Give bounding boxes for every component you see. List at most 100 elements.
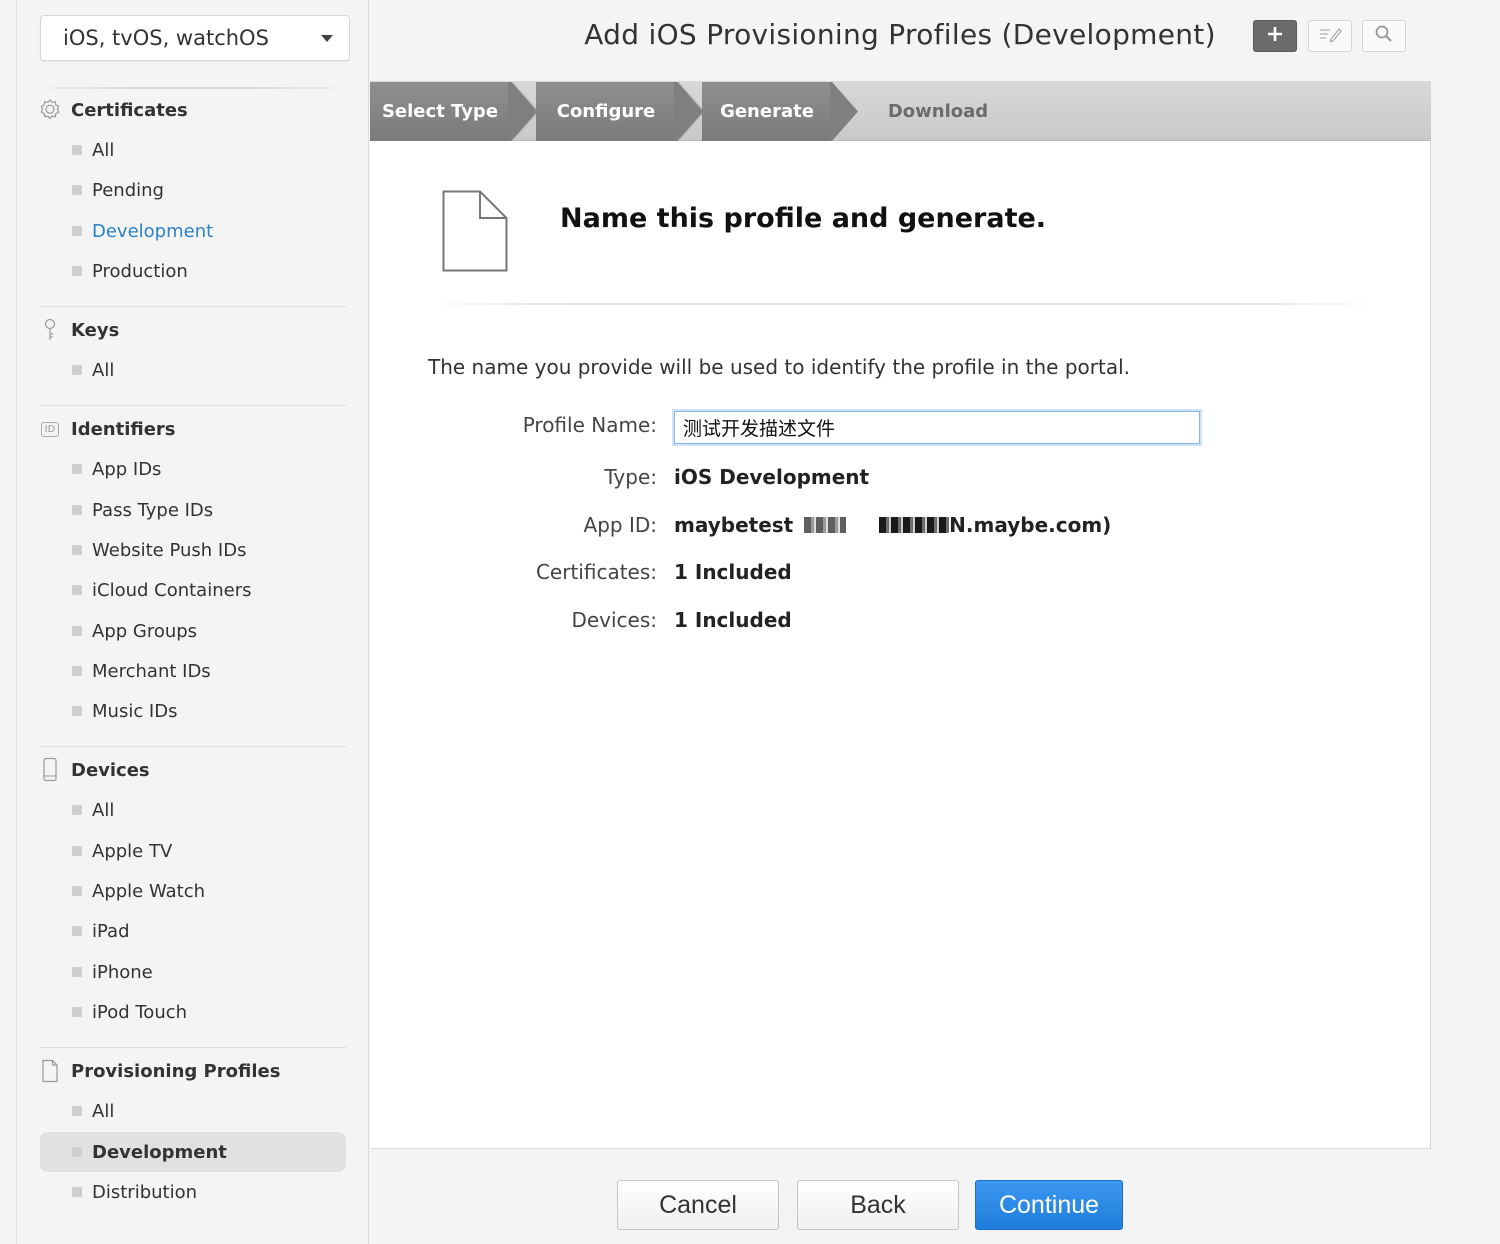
sidebar-item-website-push-ids[interactable]: Website Push IDs: [72, 535, 362, 565]
continue-button[interactable]: Continue: [975, 1180, 1123, 1230]
app-id-value: maybetest N.maybe.com): [674, 513, 1111, 537]
headline: Name this profile and generate.: [560, 203, 1047, 234]
sidebar-item-merchant-ids[interactable]: Merchant IDs: [72, 656, 362, 686]
step-generate: Generate: [702, 82, 832, 141]
sidebar-item-label: All: [92, 799, 115, 821]
sidebar-item-ipad[interactable]: iPad: [72, 916, 362, 946]
bullet-icon: [72, 886, 82, 896]
add-icon: [1266, 25, 1284, 47]
section-certificates: Certificates: [37, 95, 347, 125]
app-id-suffix: N.maybe.com): [949, 513, 1112, 537]
edit-icon: [1317, 25, 1343, 47]
sidebar-item-keys-all[interactable]: All: [72, 355, 362, 385]
platform-dropdown[interactable]: iOS, tvOS, watchOS: [40, 15, 350, 61]
sidebar-item-label: App Groups: [92, 620, 198, 642]
sidebar-item-profiles-all[interactable]: All: [72, 1096, 362, 1126]
main-panel: Add iOS Provisioning Profiles (Developme…: [370, 0, 1431, 1244]
step-configure: Configure: [536, 82, 676, 141]
divider: [40, 1047, 346, 1048]
search-button[interactable]: [1362, 20, 1406, 52]
wizard-steps: Select Type Configure Generate Download: [370, 82, 1431, 141]
sidebar-item-music-ids[interactable]: Music IDs: [72, 696, 362, 726]
divider: [40, 405, 346, 406]
bullet-icon: [72, 805, 82, 815]
sidebar-item-icloud-containers[interactable]: iCloud Containers: [72, 575, 362, 605]
step-label: Generate: [720, 101, 814, 122]
section-title: Devices: [71, 759, 150, 781]
divider: [428, 303, 1374, 305]
sidebar-item-app-ids[interactable]: App IDs: [72, 454, 362, 484]
step-select-type: Select Type: [370, 82, 510, 141]
sidebar-item-label: All: [92, 359, 115, 381]
sidebar-item-label: Music IDs: [92, 700, 178, 722]
sidebar-item-apple-watch[interactable]: Apple Watch: [72, 876, 362, 906]
sidebar: iOS, tvOS, watchOS Certificates All Pend…: [16, 0, 369, 1244]
footer-bar: Cancel Back Continue: [370, 1148, 1431, 1244]
id-badge-text: ID: [40, 421, 60, 437]
sidebar-item-label: Apple TV: [92, 840, 173, 862]
step-divider-arrow: [508, 82, 538, 141]
bullet-icon: [72, 464, 82, 474]
sidebar-item-certificates-development[interactable]: Development: [72, 216, 362, 246]
bullet-icon: [72, 1106, 82, 1116]
bullet-icon: [72, 585, 82, 595]
bullet-icon: [72, 365, 82, 375]
type-label: Type:: [604, 465, 657, 489]
section-devices: Devices: [37, 755, 347, 785]
bullet-icon: [72, 185, 82, 195]
app-id-label: App ID:: [583, 513, 657, 537]
sidebar-item-apple-tv[interactable]: Apple TV: [72, 836, 362, 866]
sidebar-item-label: iPhone: [92, 961, 153, 983]
sidebar-item-certificates-pending[interactable]: Pending: [72, 175, 362, 205]
redacted-block: [879, 517, 950, 533]
platform-dropdown-label: iOS, tvOS, watchOS: [63, 26, 269, 50]
sidebar-item-profiles-distribution[interactable]: Distribution: [72, 1177, 362, 1207]
sidebar-item-profiles-development[interactable]: Development: [40, 1132, 346, 1172]
sidebar-item-certificates-production[interactable]: Production: [72, 256, 362, 286]
id-badge-icon: ID: [37, 416, 63, 442]
sidebar-item-label: iPod Touch: [92, 1001, 188, 1023]
bullet-icon: [72, 1007, 82, 1017]
sidebar-item-iphone[interactable]: iPhone: [72, 957, 362, 987]
sidebar-item-certificates-all[interactable]: All: [72, 135, 362, 165]
divider: [40, 87, 346, 89]
sidebar-item-label: Development: [92, 220, 214, 242]
sidebar-item-devices-all[interactable]: All: [72, 795, 362, 825]
sidebar-item-label: All: [92, 139, 115, 161]
devices-label: Devices:: [571, 608, 657, 632]
device-icon: [37, 757, 63, 783]
edit-button[interactable]: [1308, 20, 1352, 52]
bullet-icon: [72, 1187, 82, 1197]
sidebar-item-label: Development: [92, 1141, 227, 1163]
step-divider-arrow: [674, 82, 704, 141]
bullet-icon: [72, 846, 82, 856]
section-title: Keys: [71, 319, 120, 341]
chevron-down-icon: [321, 35, 333, 42]
sidebar-item-label: Distribution: [92, 1181, 198, 1203]
sidebar-item-app-groups[interactable]: App Groups: [72, 616, 362, 646]
app-id-prefix: maybetest: [674, 513, 794, 537]
sidebar-item-label: Pending: [92, 179, 164, 201]
profile-name-input[interactable]: [674, 411, 1200, 444]
sidebar-item-pass-type-ids[interactable]: Pass Type IDs: [72, 495, 362, 525]
add-button[interactable]: [1253, 20, 1297, 52]
sidebar-item-label: Website Push IDs: [92, 539, 247, 561]
step-label: Configure: [556, 101, 656, 122]
section-identifiers: ID Identifiers: [37, 414, 347, 444]
step-divider-arrow: [830, 82, 858, 141]
sidebar-item-ipod-touch[interactable]: iPod Touch: [72, 997, 362, 1027]
search-icon: [1374, 24, 1394, 48]
sidebar-item-label: App IDs: [92, 458, 162, 480]
main-header: Add iOS Provisioning Profiles (Developme…: [370, 0, 1431, 82]
step-download: Download: [870, 82, 1006, 141]
devices-value: 1 Included: [674, 608, 792, 632]
section-keys: Keys: [37, 315, 347, 345]
certificates-value: 1 Included: [674, 560, 792, 584]
cancel-button[interactable]: Cancel: [617, 1180, 779, 1230]
back-button[interactable]: Back: [797, 1180, 959, 1230]
bullet-icon: [72, 967, 82, 977]
section-provisioning-profiles: Provisioning Profiles: [37, 1056, 347, 1086]
section-title: Provisioning Profiles: [71, 1060, 281, 1082]
step-label: Select Type: [381, 101, 499, 122]
bullet-icon: [72, 926, 82, 936]
